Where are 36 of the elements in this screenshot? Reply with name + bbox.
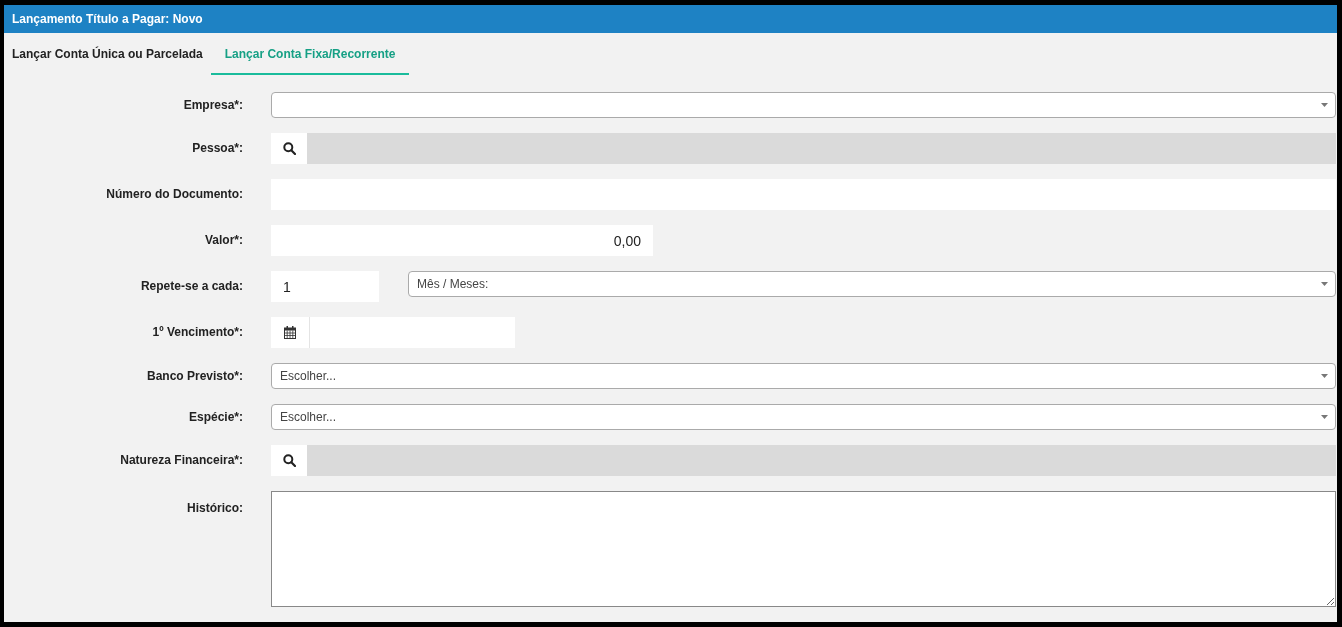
field-label: Banco Previsto*: (145, 368, 243, 385)
field-label: Pessoa*: (191, 140, 243, 157)
caret-icon (1321, 374, 1328, 378)
tab[interactable]: Lançar Conta Única ou Parcelada (4, 33, 211, 75)
calendar-button[interactable] (271, 317, 310, 348)
calendar-icon (284, 326, 296, 339)
text-area[interactable] (271, 491, 1336, 607)
field-label: 1º Vencimento*: (151, 324, 243, 341)
date-field[interactable] (310, 317, 515, 348)
caret-icon (1321, 103, 1328, 107)
field-label: Espécie*: (187, 409, 243, 426)
field-label: Natureza Financeira*: (119, 452, 243, 469)
search-icon (282, 142, 296, 155)
select-field[interactable] (271, 92, 1336, 118)
field-label: Histórico: (186, 500, 243, 517)
select-field[interactable]: Escolher... (271, 363, 1336, 389)
title-bar: Lançamento Título a Pagar: Novo (4, 5, 1337, 34)
select-value: Mês / Meses: (417, 276, 489, 293)
input-field[interactable]: 1 (271, 271, 379, 302)
input-field[interactable] (271, 179, 1336, 210)
field-label: Empresa*: (182, 97, 243, 114)
select-field[interactable]: Escolher... (271, 404, 1336, 430)
select-value: Escolher... (280, 409, 337, 426)
caret-icon (1321, 282, 1328, 286)
search-button[interactable] (271, 445, 307, 476)
caret-icon (1321, 415, 1328, 419)
select-field[interactable]: Mês / Meses: (408, 271, 1336, 297)
lookup-field[interactable] (307, 445, 1336, 476)
search-button[interactable] (271, 133, 307, 164)
select-value: Escolher... (280, 368, 337, 385)
field-label: Número do Documento: (105, 186, 243, 203)
input-field[interactable]: 0,00 (271, 225, 653, 256)
field-label: Repete-se a cada: (139, 278, 243, 295)
lookup-field[interactable] (307, 133, 1336, 164)
search-icon (282, 454, 296, 467)
field-label: Valor*: (204, 232, 243, 249)
